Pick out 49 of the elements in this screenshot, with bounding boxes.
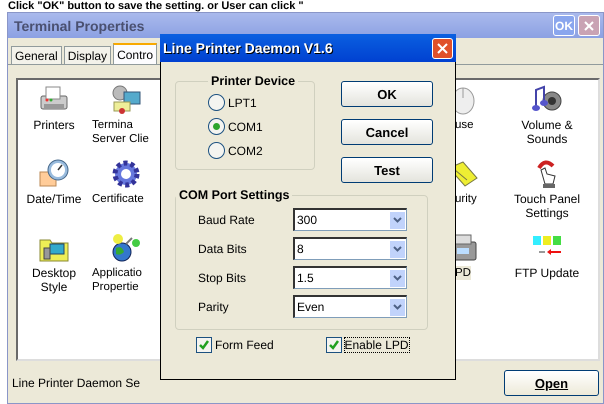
open-button[interactable]: Open [504,370,599,396]
field-label: Data Bits [198,242,248,256]
applet-label[interactable]: FTP Update [514,266,580,280]
close-icon [583,20,595,32]
dropdown[interactable]: 1.5 [293,266,407,289]
gear-icon[interactable] [110,158,142,190]
applet-label[interactable]: Termina Server Clie [92,118,149,146]
applet-label[interactable]: use [455,118,474,132]
globe-icon[interactable] [110,232,142,264]
applet-label[interactable]: PD [455,266,471,280]
applet-label[interactable]: Date/Time [26,192,82,206]
group-title: COM Port Settings [178,188,290,202]
caption-text: Click "OK" button to save the setting. or User can click " [7,0,305,12]
dropdown[interactable]: 8 [293,237,407,260]
applet-description: Line Printer Daemon Se [12,376,140,390]
radio-label: COM1 [228,120,263,134]
radio-button[interactable] [208,142,225,159]
checkbox[interactable] [326,337,342,353]
dialog-button[interactable]: OK [341,81,433,107]
radio-label: LPT1 [228,96,257,110]
close-icon [437,42,448,54]
tab[interactable]: Display [64,46,112,64]
radio-button[interactable] [208,118,225,135]
field-label: Stop Bits [198,270,248,284]
applet-label[interactable]: urity [455,192,477,206]
window-title: Terminal Properties [14,18,146,34]
checkbox-label: Enable LPD [344,338,409,352]
applet-label[interactable]: Printers [33,118,75,132]
group-title: Printer Device [210,74,296,88]
field-label: Baud Rate [198,212,256,226]
dialog-button[interactable]: Test [341,157,433,183]
network-icon[interactable] [110,84,142,116]
applet-label[interactable]: Touch Panel Settings [514,192,580,220]
dropdown[interactable]: Even [293,295,407,318]
applet-label[interactable]: Desktop Style [32,266,76,294]
applet-label[interactable]: Applicatio Propertie [92,266,142,294]
dropdown[interactable]: 300 [293,208,407,231]
field-label: Parity [198,300,230,314]
tab[interactable]: Contro [113,43,158,64]
checkbox[interactable] [196,337,212,353]
radio-label: COM2 [228,144,263,158]
tab[interactable]: General [11,46,62,64]
close-button[interactable] [432,38,453,58]
dialog-title: Line Printer Daemon V1.6 [163,40,333,56]
dialog-button[interactable]: Cancel [341,119,433,145]
radio-button[interactable] [208,94,225,111]
applet-label[interactable]: Volume & Sounds [521,118,573,146]
checkbox-label: Form Feed [215,338,274,352]
applet-label[interactable]: Certificate [92,192,144,206]
